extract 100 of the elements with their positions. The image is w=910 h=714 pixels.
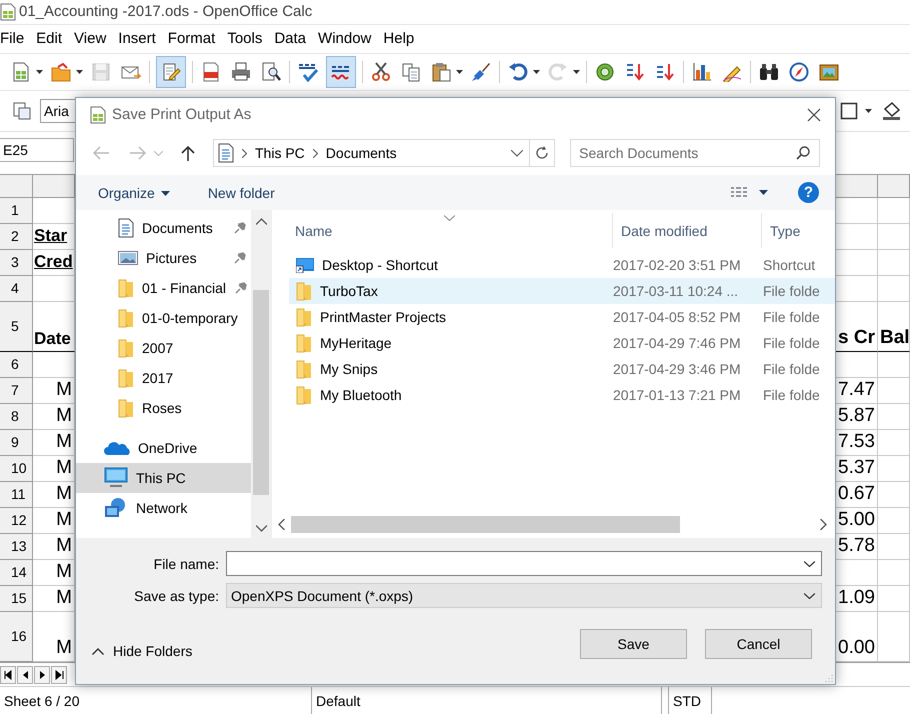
paintbrush-icon[interactable] (471, 62, 491, 82)
caret-icon[interactable] (36, 70, 43, 74)
resize-grip-icon[interactable] (824, 673, 833, 682)
navigation-item[interactable]: 01-0-temporary (76, 303, 251, 333)
row-header[interactable]: 5 (0, 302, 33, 352)
navigation-item[interactable]: 2017 (76, 363, 251, 393)
chevron-left-icon[interactable] (278, 518, 285, 530)
navigation-item[interactable]: Pictures (76, 243, 251, 273)
paint-bucket-icon[interactable] (882, 100, 900, 121)
address-bar[interactable]: This PC Documents (213, 139, 530, 167)
navigation-item[interactable]: Network (76, 493, 251, 523)
undo-icon[interactable] (508, 62, 528, 82)
column-header[interactable]: Type (762, 213, 800, 248)
chevron-up-icon[interactable] (256, 218, 266, 225)
spellcheck-icon[interactable] (298, 62, 318, 82)
navigation-item[interactable]: 2007 (76, 333, 251, 363)
row-header[interactable]: 4 (0, 276, 33, 302)
scrollbar-thumb[interactable] (291, 516, 680, 532)
row-header[interactable]: 3 (0, 250, 33, 276)
close-icon[interactable] (807, 108, 821, 122)
column-header[interactable]: Date modified (613, 213, 762, 248)
menu-item[interactable]: Format (168, 30, 216, 48)
printer-icon[interactable] (231, 62, 251, 82)
row-header[interactable]: 6 (0, 352, 33, 378)
pdf-icon[interactable] (201, 62, 221, 82)
row-header[interactable]: 1 (0, 198, 33, 224)
page-magnifier-icon[interactable] (261, 62, 281, 82)
hide-folders-button[interactable]: Hide Folders (92, 643, 192, 659)
caret-icon[interactable] (76, 70, 83, 74)
caret-icon[interactable] (533, 70, 540, 74)
menu-item[interactable]: File (0, 30, 24, 48)
file-row[interactable]: My Snips 2017-04-29 3:46 PM File folde (289, 356, 835, 382)
folder-icon[interactable] (51, 62, 71, 82)
file-name-field[interactable] (226, 551, 822, 576)
sort-descending-icon[interactable] (655, 62, 675, 82)
compass-icon[interactable] (789, 62, 809, 82)
up-arrow-icon[interactable] (181, 145, 195, 161)
row-header[interactable]: 8 (0, 404, 33, 430)
chevron-right-icon[interactable] (820, 518, 827, 530)
caret-icon[interactable] (456, 70, 463, 74)
caret-icon[interactable] (759, 190, 768, 195)
navigation-item[interactable]: Documents (76, 213, 251, 243)
menu-item[interactable]: Data (274, 30, 306, 48)
sort-ascending-icon[interactable] (625, 62, 645, 82)
spreadsheet-icon[interactable] (11, 62, 31, 82)
first-sheet-button[interactable] (0, 666, 16, 684)
bar-chart-icon[interactable] (692, 62, 712, 82)
file-row[interactable]: PrintMaster Projects 2017-04-05 8:52 PM File folde (289, 304, 835, 330)
navigation-item[interactable]: 01 - Financial (76, 273, 251, 303)
picture-frame-icon[interactable] (819, 62, 839, 82)
menu-item[interactable]: Insert (118, 30, 156, 48)
scissors-icon[interactable] (371, 62, 391, 82)
row-header[interactable]: 10 (0, 456, 33, 482)
previous-sheet-button[interactable] (17, 666, 33, 684)
row-header[interactable]: 7 (0, 378, 33, 404)
menu-item[interactable]: Window (318, 30, 372, 48)
row-header[interactable]: 16 (0, 612, 33, 662)
border-icon[interactable] (840, 102, 858, 120)
row-header[interactable]: 9 (0, 430, 33, 456)
breadcrumb-item[interactable]: Documents (326, 145, 397, 161)
file-row[interactable]: Desktop - Shortcut 2017-02-20 3:51 PM Shortcut (289, 252, 835, 278)
cancel-button[interactable]: Cancel (705, 629, 812, 659)
row-header[interactable]: 12 (0, 508, 33, 534)
row-header[interactable]: 11 (0, 482, 33, 508)
corner-cell[interactable] (0, 174, 33, 198)
view-list-icon[interactable] (730, 186, 748, 200)
clipboard-icon[interactable] (431, 62, 451, 82)
search-field[interactable]: Search Documents (570, 139, 820, 167)
navigation-item[interactable]: Roses (76, 393, 251, 423)
navigation-item[interactable]: OneDrive (76, 433, 251, 463)
edit-file-button[interactable] (156, 56, 186, 88)
next-sheet-button[interactable] (34, 666, 50, 684)
binoculars-icon[interactable] (759, 62, 779, 82)
menu-item[interactable]: Edit (36, 30, 62, 48)
file-row[interactable]: My Bluetooth 2017-01-13 7:21 PM File folde (289, 382, 835, 408)
row-header[interactable]: 14 (0, 560, 33, 586)
help-button[interactable]: ? (798, 182, 819, 203)
name-box[interactable]: E25 (0, 138, 74, 162)
column-header[interactable]: Name (272, 213, 613, 248)
menu-item[interactable]: Tools (227, 30, 262, 48)
chevron-down-icon[interactable] (511, 150, 524, 156)
file-type-dropdown[interactable]: OpenXPS Document (*.oxps) (226, 583, 822, 608)
organize-button[interactable]: Organize (98, 184, 170, 200)
scrollbar-thumb[interactable] (253, 290, 269, 495)
copy-icon[interactable] (401, 62, 421, 82)
last-sheet-button[interactable] (51, 666, 67, 684)
auto-spellcheck-button[interactable] (326, 56, 356, 88)
column-header[interactable] (33, 174, 75, 198)
menu-item[interactable]: Help (383, 30, 414, 48)
menu-item[interactable]: View (74, 30, 106, 48)
styles-icon[interactable] (12, 100, 32, 121)
file-row[interactable]: TurboTax 2017-03-11 10:24 ... File folde (289, 278, 835, 304)
row-header[interactable]: 13 (0, 534, 33, 560)
navigation-item[interactable]: This PC (76, 463, 251, 493)
row-header[interactable]: 2 (0, 224, 33, 250)
refresh-button[interactable] (530, 139, 556, 167)
save-button[interactable]: Save (580, 629, 687, 659)
caret-icon[interactable] (573, 70, 580, 74)
breadcrumb-item[interactable]: This PC (255, 145, 305, 161)
new-folder-button[interactable]: New folder (208, 184, 275, 200)
